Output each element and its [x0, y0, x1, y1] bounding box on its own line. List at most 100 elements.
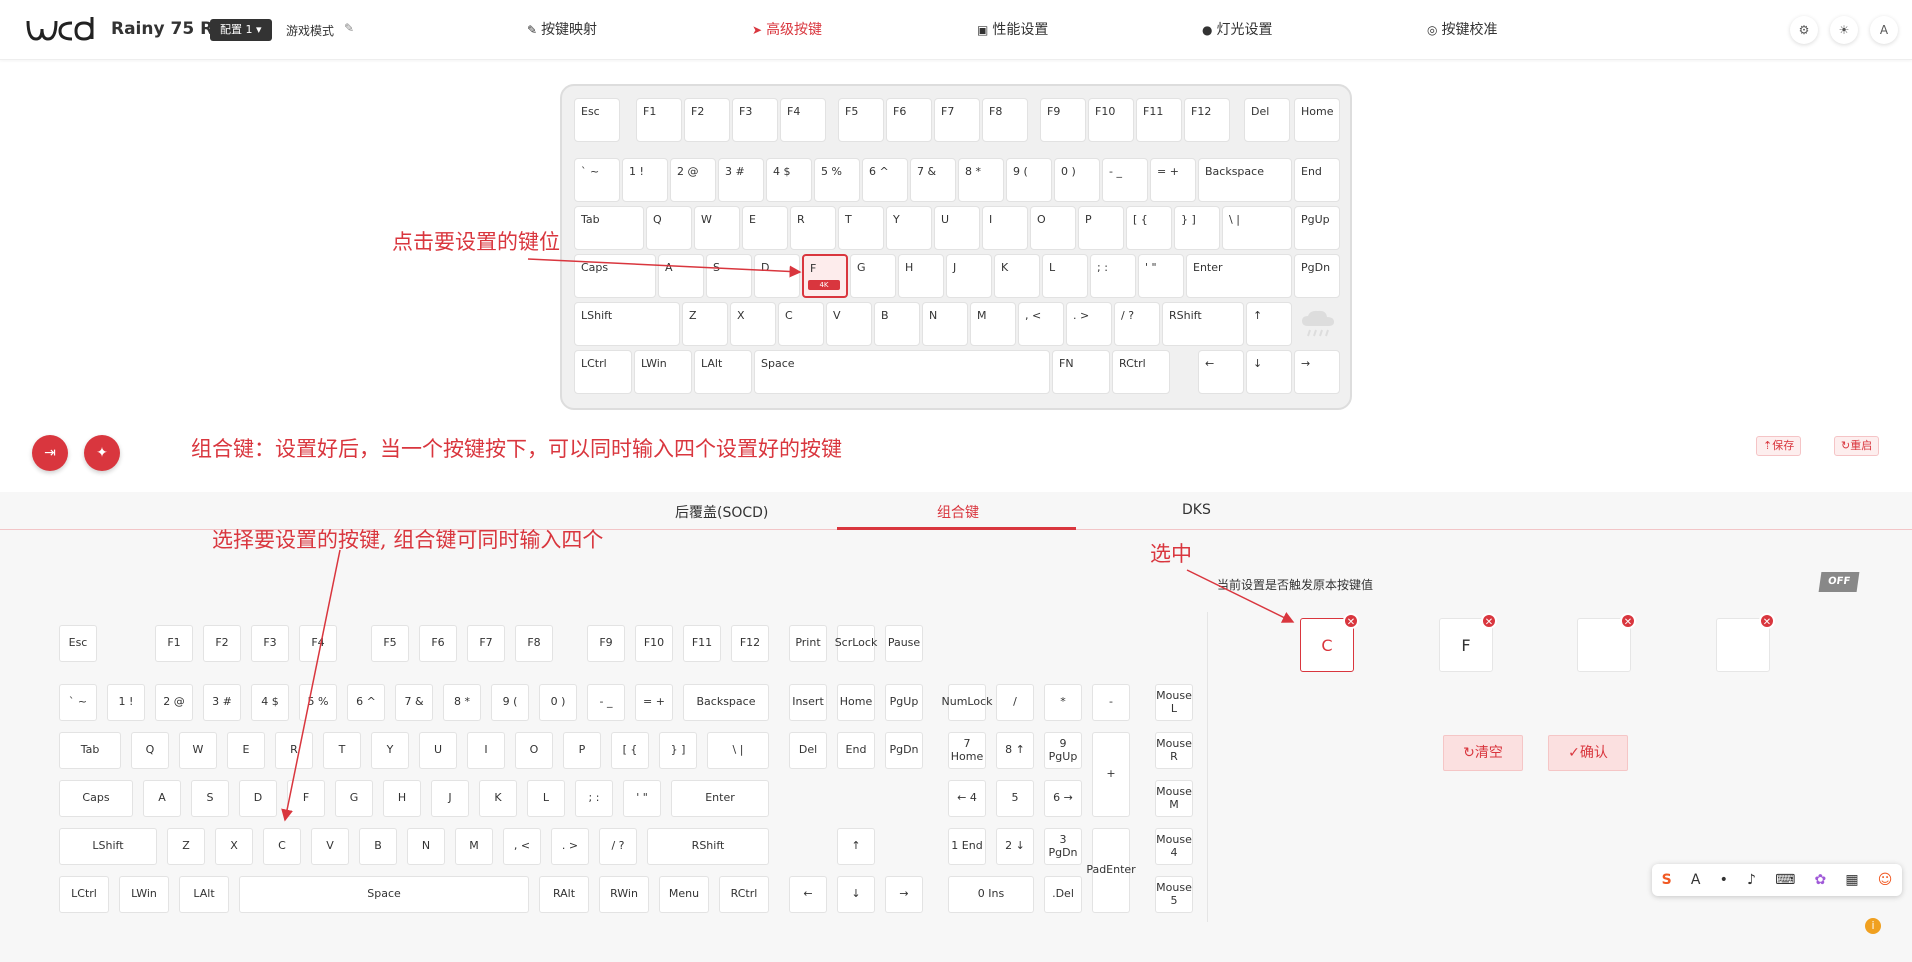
kb-key[interactable]: LWin [634, 350, 692, 394]
kb-key[interactable]: 7 & [910, 158, 956, 202]
kb-key[interactable]: M [970, 302, 1016, 346]
theme-button[interactable]: ☀ [1830, 16, 1858, 44]
kb-key[interactable]: PgUp [1294, 206, 1340, 250]
sogou-logo-icon[interactable]: S [1662, 872, 1672, 888]
picker-key[interactable]: 1 End [948, 828, 986, 865]
picker-key[interactable]: M [455, 828, 493, 865]
edit-icon[interactable]: ✎ [344, 21, 354, 35]
kb-key[interactable]: , < [1018, 302, 1064, 346]
picker-key[interactable]: B [359, 828, 397, 865]
kb-key[interactable]: Y [886, 206, 932, 250]
picker-key[interactable]: Esc [59, 625, 97, 662]
picker-key[interactable]: RShift [647, 828, 769, 865]
picker-key[interactable]: ; : [575, 780, 613, 817]
kb-key[interactable]: / ? [1114, 302, 1160, 346]
picker-key[interactable]: 5 % [299, 684, 337, 721]
picker-key[interactable]: } ] [659, 732, 697, 769]
picker-key[interactable]: F [287, 780, 325, 817]
mic-icon[interactable]: ♪ [1747, 872, 1756, 888]
picker-key[interactable]: 9 ( [491, 684, 529, 721]
kb-key[interactable]: 4 $ [766, 158, 812, 202]
picker-key[interactable]: , < [503, 828, 541, 865]
picker-key[interactable]: \ | [707, 732, 769, 769]
picker-key[interactable]: Backspace [683, 684, 769, 721]
picker-key[interactable]: I [467, 732, 505, 769]
kb-key[interactable]: Z [682, 302, 728, 346]
kb-key[interactable]: 1 ! [622, 158, 668, 202]
kb-key[interactable]: \ | [1222, 206, 1292, 250]
kb-key[interactable]: 2 @ [670, 158, 716, 202]
kb-key[interactable]: RShift [1162, 302, 1244, 346]
picker-key[interactable]: PadEnter [1086, 828, 1136, 913]
kb-key[interactable]: E [742, 206, 788, 250]
config-dropdown[interactable]: 配置 1 ▾ [210, 19, 272, 41]
picker-key[interactable]: 7 & [395, 684, 433, 721]
kb-key[interactable]: RCtrl [1112, 350, 1170, 394]
kb-key[interactable]: } ] [1174, 206, 1220, 250]
picker-key[interactable]: Mouse M [1155, 780, 1193, 817]
picker-key[interactable]: Enter [671, 780, 769, 817]
picker-key[interactable]: L [527, 780, 565, 817]
picker-key[interactable]: C [263, 828, 301, 865]
picker-key[interactable]: Insert [789, 684, 827, 721]
picker-key[interactable]: . > [551, 828, 589, 865]
clear-button[interactable]: ↻清空 [1443, 735, 1523, 771]
nav-key-mapping[interactable]: ✎ 按键映射 [527, 19, 597, 39]
game-mode-label[interactable]: 游戏模式 [286, 22, 334, 39]
picker-key[interactable]: ← 4 [948, 780, 986, 817]
kb-key[interactable]: End [1294, 158, 1340, 202]
kb-key[interactable]: O [1030, 206, 1076, 250]
picker-key[interactable]: Home [837, 684, 875, 721]
kb-key[interactable]: A [658, 254, 704, 298]
picker-key[interactable]: 3 PgDn [1044, 828, 1082, 865]
picker-key[interactable]: 0 Ins [948, 876, 1034, 913]
picker-key[interactable]: Q [131, 732, 169, 769]
picker-key[interactable]: ` ~ [59, 684, 97, 721]
picker-key[interactable]: 9 PgUp [1044, 732, 1082, 769]
picker-key[interactable]: W [179, 732, 217, 769]
picker-key[interactable]: U [419, 732, 457, 769]
picker-key[interactable]: Mouse 4 [1155, 828, 1193, 865]
picker-key[interactable]: S [191, 780, 229, 817]
nav-advanced-keys[interactable]: ➤ 高级按键 [752, 19, 822, 39]
kb-key[interactable]: . > [1066, 302, 1112, 346]
kb-key[interactable]: FN [1052, 350, 1110, 394]
font-icon[interactable]: A [1691, 872, 1701, 888]
kb-key[interactable]: LCtrl [574, 350, 632, 394]
picker-key[interactable]: / ? [599, 828, 637, 865]
picker-key[interactable]: ← [789, 876, 827, 913]
kb-key[interactable]: J [946, 254, 992, 298]
kb-key[interactable]: F11 [1136, 98, 1182, 142]
picker-key[interactable]: J [431, 780, 469, 817]
picker-key[interactable]: F4 [299, 625, 337, 662]
kb-key[interactable]: D [754, 254, 800, 298]
picker-key[interactable]: 4 $ [251, 684, 289, 721]
kb-key[interactable]: PgDn [1294, 254, 1340, 298]
picker-key[interactable]: F7 [467, 625, 505, 662]
kb-key[interactable]: ; : [1090, 254, 1136, 298]
picker-key[interactable]: 8 ↑ [996, 732, 1034, 769]
kb-key[interactable]: Backspace [1198, 158, 1292, 202]
kb-key[interactable]: I [982, 206, 1028, 250]
picker-key[interactable]: - [1092, 684, 1130, 721]
kb-key[interactable]: 0 ) [1054, 158, 1100, 202]
picker-key[interactable]: * [1044, 684, 1082, 721]
picker-key[interactable]: N [407, 828, 445, 865]
nav-calibration[interactable]: ◎ 按键校准 [1427, 19, 1497, 39]
kb-key[interactable]: ' " [1138, 254, 1184, 298]
kb-key[interactable]: → [1294, 350, 1340, 394]
user-avatar[interactable]: A [1870, 16, 1898, 44]
picker-key[interactable]: F3 [251, 625, 289, 662]
confirm-button[interactable]: ✓确认 [1548, 735, 1628, 771]
kb-key[interactable]: T [838, 206, 884, 250]
picker-key[interactable]: Space [239, 876, 529, 913]
picker-key[interactable]: V [311, 828, 349, 865]
picker-key[interactable]: - _ [587, 684, 625, 721]
kb-key[interactable]: Q [646, 206, 692, 250]
kb-key[interactable]: F7 [934, 98, 980, 142]
kb-key[interactable]: F2 [684, 98, 730, 142]
kb-key[interactable]: H [898, 254, 944, 298]
picker-key[interactable]: → [885, 876, 923, 913]
kb-key[interactable]: F12 [1184, 98, 1230, 142]
kb-key[interactable]: C [778, 302, 824, 346]
